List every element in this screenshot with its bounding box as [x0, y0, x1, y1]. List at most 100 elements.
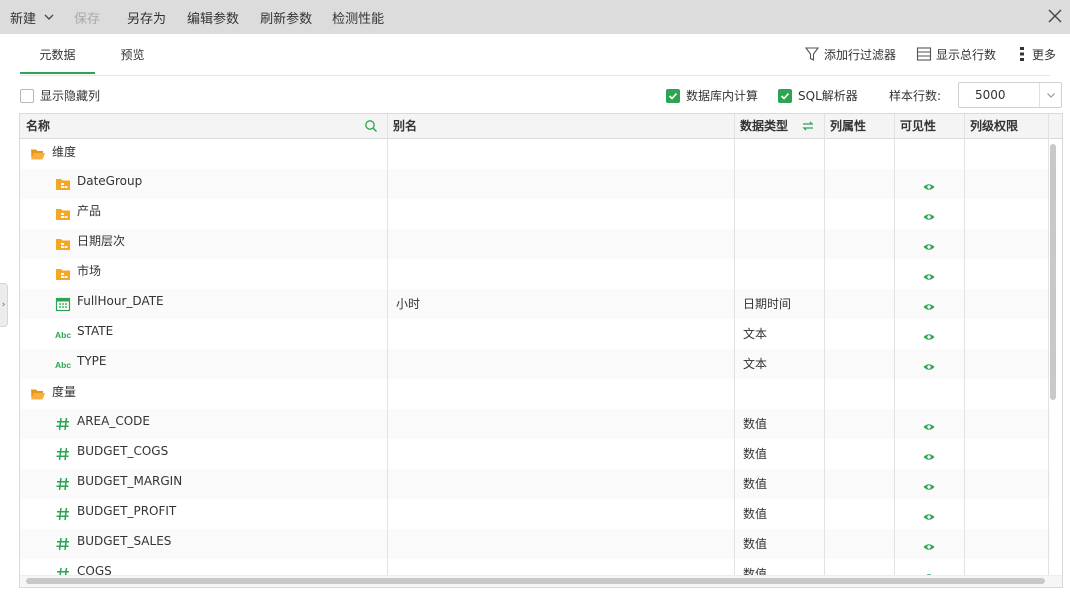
sample-rows-value[interactable]: 5000: [959, 83, 1039, 107]
options-row: 显示隐藏列 数据库内计算 SQL解析器 样本行数: 5000: [20, 82, 1062, 108]
tree-field-row[interactable]: AREA_CODE 数值: [20, 409, 1050, 439]
show-total-rows-label: 显示总行数: [935, 47, 996, 62]
eye-visible-icon[interactable]: [923, 330, 935, 344]
sample-rows-label: 样本行数:: [889, 89, 942, 103]
hash-number-icon: [55, 506, 71, 522]
column-header-alias[interactable]: 别名: [387, 114, 417, 139]
field-data-type[interactable]: 数值: [743, 409, 767, 439]
side-panel-toggle[interactable]: ›: [0, 283, 8, 327]
add-row-filter-label: 添加行过滤器: [823, 47, 896, 62]
field-data-type[interactable]: 文本: [743, 349, 767, 379]
column-header-name[interactable]: 名称: [20, 114, 50, 139]
field-name: BUDGET_COGS: [77, 444, 169, 458]
tree-field-row[interactable]: Abc STATE 文本: [20, 319, 1050, 349]
show-hidden-columns-checkbox[interactable]: 显示隐藏列: [20, 87, 100, 104]
save-as-button[interactable]: 另存为: [100, 0, 166, 34]
sql-parser-checkbox[interactable]: SQL解析器: [778, 87, 858, 104]
checkbox-checked[interactable]: [666, 88, 680, 103]
more-vertical-icon: [1019, 47, 1024, 61]
field-data-type[interactable]: 日期时间: [743, 289, 791, 319]
field-data-type[interactable]: 数值: [743, 529, 767, 559]
eye-visible-icon[interactable]: [923, 180, 935, 194]
db-calculation-checkbox[interactable]: 数据库内计算: [666, 87, 758, 104]
folder-open-icon: [30, 146, 46, 162]
tree-field-row[interactable]: DateGroup: [20, 169, 1050, 199]
column-header-visibility[interactable]: 可见性: [894, 114, 936, 139]
hash-number-icon: [55, 416, 71, 432]
column-divider: [824, 114, 825, 587]
svg-text:Abc: Abc: [55, 330, 71, 340]
tree-field-row[interactable]: BUDGET_COGS 数值: [20, 439, 1050, 469]
horizontal-scrollbar[interactable]: [26, 578, 1045, 584]
tab-preview[interactable]: 预览: [95, 34, 170, 74]
checkbox-checked[interactable]: [778, 88, 792, 103]
tree-field-row[interactable]: FullHour_DATE 小时 日期时间: [20, 289, 1050, 319]
refresh-params-button[interactable]: 刷新参数: [239, 0, 312, 34]
tree-field-row[interactable]: BUDGET_PROFIT 数值: [20, 499, 1050, 529]
eye-visible-icon[interactable]: [923, 240, 935, 254]
hash-number-icon: [55, 536, 71, 552]
check-performance-button[interactable]: 检测性能: [312, 0, 384, 34]
hash-number-icon: [55, 446, 71, 462]
column-header-data-type[interactable]: 数据类型: [734, 114, 788, 139]
field-data-type[interactable]: 数值: [743, 499, 767, 529]
show-hidden-columns-label: 显示隐藏列: [40, 89, 101, 103]
eye-visible-icon[interactable]: [923, 360, 935, 374]
folder-hierarchy-icon: [55, 236, 71, 252]
column-header-col-property[interactable]: 列属性: [824, 114, 866, 139]
eye-visible-icon[interactable]: [923, 300, 935, 314]
edit-params-button[interactable]: 编辑参数: [166, 0, 239, 34]
sample-rows-select[interactable]: 5000: [958, 82, 1062, 108]
swap-arrows-icon[interactable]: [801, 119, 815, 133]
tree-folder-row[interactable]: 维度: [20, 139, 1050, 169]
tree-field-row[interactable]: Abc TYPE 文本: [20, 349, 1050, 379]
new-menu-button[interactable]: 新建: [0, 0, 54, 34]
more-button[interactable]: 更多: [1016, 46, 1056, 63]
field-name: DateGroup: [77, 174, 143, 188]
chevron-right-icon: ›: [1, 300, 6, 310]
checkbox-box[interactable]: [20, 88, 34, 103]
field-name: 维度: [52, 145, 77, 159]
tree-field-row[interactable]: 产品: [20, 199, 1050, 229]
eye-visible-icon[interactable]: [923, 450, 935, 464]
dropdown-toggle[interactable]: [1039, 83, 1061, 107]
search-icon[interactable]: [364, 119, 378, 133]
eye-visible-icon[interactable]: [923, 540, 935, 554]
field-name: BUDGET_PROFIT: [77, 504, 177, 518]
abc-text-icon: Abc: [55, 356, 71, 372]
eye-visible-icon[interactable]: [923, 420, 935, 434]
field-name: 产品: [77, 204, 102, 218]
tree-field-row[interactable]: 市场: [20, 259, 1050, 289]
eye-visible-icon[interactable]: [923, 270, 935, 284]
field-name: 日期层次: [77, 234, 126, 248]
eye-visible-icon[interactable]: [923, 210, 935, 224]
vertical-scrollbar[interactable]: [1050, 144, 1056, 400]
db-calculation-label: 数据库内计算: [686, 89, 759, 103]
save-button[interactable]: 保存: [54, 0, 100, 34]
column-divider: [387, 114, 388, 587]
field-name: AREA_CODE: [77, 414, 150, 428]
eye-visible-icon[interactable]: [923, 480, 935, 494]
close-icon[interactable]: [1046, 7, 1064, 25]
show-total-rows-button[interactable]: 显示总行数: [916, 46, 996, 63]
tree-field-row[interactable]: BUDGET_MARGIN 数值: [20, 469, 1050, 499]
folder-hierarchy-icon: [55, 206, 71, 222]
calendar-icon: [55, 296, 71, 312]
filter-icon: [804, 47, 820, 61]
hash-number-icon: [55, 476, 71, 492]
field-data-type[interactable]: 数值: [743, 439, 767, 469]
field-data-type[interactable]: 数值: [743, 469, 767, 499]
more-label: 更多: [1031, 47, 1056, 62]
folder-hierarchy-icon: [55, 176, 71, 192]
field-name: BUDGET_SALES: [77, 534, 172, 548]
tree-field-row[interactable]: 日期层次: [20, 229, 1050, 259]
field-alias[interactable]: 小时: [396, 289, 420, 319]
tree-folder-row[interactable]: 度量: [20, 379, 1050, 409]
column-header-col-permission[interactable]: 列级权限: [964, 114, 1018, 139]
tab-metadata[interactable]: 元数据: [20, 34, 95, 74]
tree-field-row[interactable]: BUDGET_SALES 数值: [20, 529, 1050, 559]
field-name: TYPE: [77, 354, 107, 368]
add-row-filter-button[interactable]: 添加行过滤器: [804, 46, 896, 63]
field-data-type[interactable]: 文本: [743, 319, 767, 349]
eye-visible-icon[interactable]: [923, 510, 935, 524]
